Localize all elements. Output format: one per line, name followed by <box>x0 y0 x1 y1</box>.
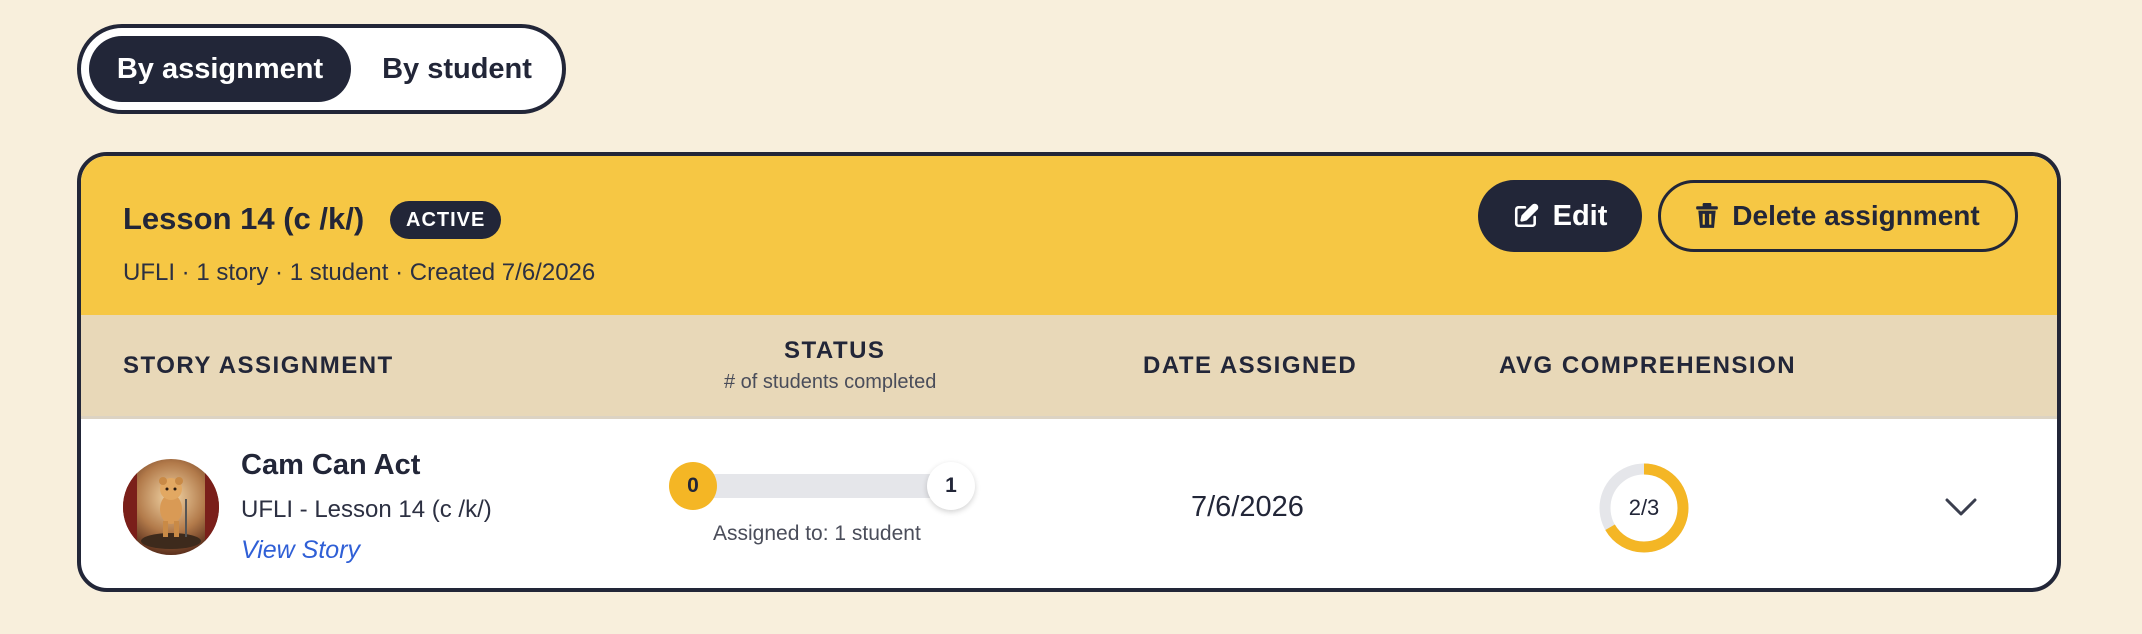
edit-label: Edit <box>1552 199 1608 232</box>
column-story-assignment: STORY ASSIGNMENT <box>123 352 394 379</box>
column-status-subtitle: # of students completed <box>724 371 937 393</box>
column-date-assigned: DATE ASSIGNED <box>1143 352 1358 379</box>
story-thumbnail <box>123 459 219 555</box>
status-badge: ACTIVE <box>390 201 502 239</box>
column-header-row: STORY ASSIGNMENT STATUS # of students co… <box>81 315 2057 419</box>
story-title: Cam Can Act <box>241 449 421 481</box>
date-assigned-value: 7/6/2026 <box>1191 491 1304 523</box>
by-assignment-tab[interactable]: By assignment <box>89 36 351 102</box>
assignment-title: Lesson 14 (c /k/) <box>123 201 365 236</box>
assignment-header: Lesson 14 (c /k/) ACTIVE UFLI · 1 story … <box>81 156 2057 315</box>
total-count: 1 <box>927 462 975 510</box>
assigned-to-text: Assigned to: 1 student <box>713 522 921 545</box>
delete-assignment-button[interactable]: Delete assignment <box>1658 180 2018 252</box>
trash-icon <box>1696 203 1719 228</box>
chevron-down-icon[interactable] <box>1943 494 1979 520</box>
by-student-tab[interactable]: By student <box>359 36 555 102</box>
story-lesson: UFLI - Lesson 14 (c /k/) <box>241 496 492 523</box>
view-toggle: By assignment By student <box>77 24 566 114</box>
delete-label: Delete assignment <box>1732 200 1980 231</box>
completed-count: 0 <box>669 462 717 510</box>
assignment-card: Lesson 14 (c /k/) ACTIVE UFLI · 1 story … <box>77 152 2061 592</box>
column-avg-comprehension: AVG COMPREHENSION <box>1499 352 1797 379</box>
assignment-meta: UFLI · 1 story · 1 student · Created 7/6… <box>123 259 596 286</box>
view-story-link[interactable]: View Story <box>241 536 360 565</box>
pencil-square-icon <box>1514 203 1538 228</box>
status-progress-bar <box>687 474 943 498</box>
edit-button[interactable]: Edit <box>1478 180 1642 252</box>
column-status: STATUS <box>784 337 886 364</box>
comprehension-value: 2/3 <box>1628 495 1660 520</box>
